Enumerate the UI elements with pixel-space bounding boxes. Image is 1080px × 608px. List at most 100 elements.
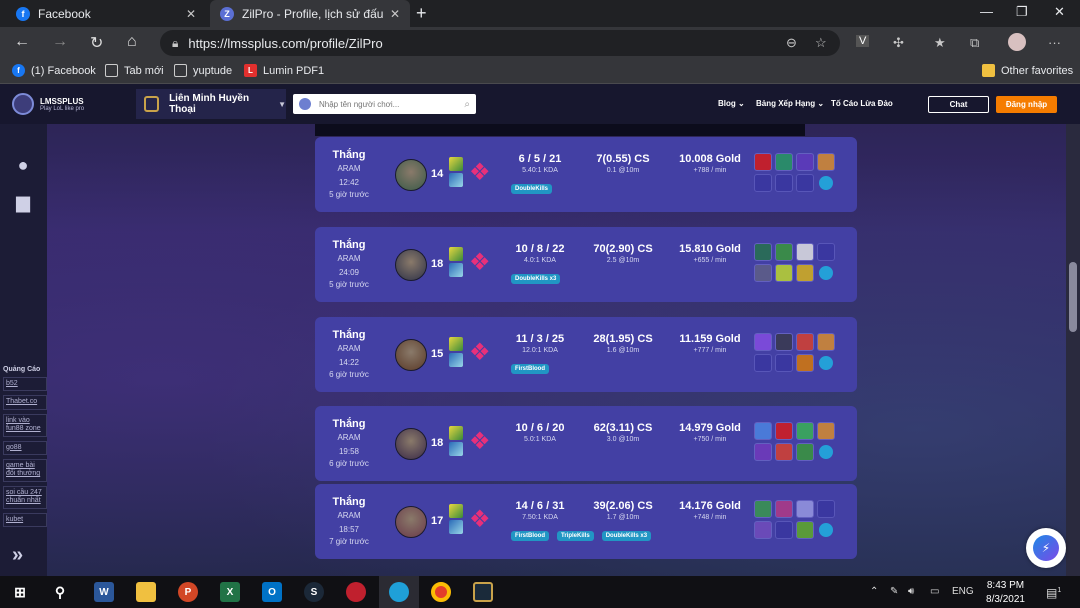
item-icon[interactable] (754, 264, 772, 282)
notification-icon[interactable]: ▤1 (1046, 586, 1061, 600)
windows-start-icon[interactable]: ⊞ (10, 582, 30, 602)
scrollbar-thumb[interactable] (1069, 262, 1077, 332)
favorite-add-icon[interactable]: ☆ (815, 35, 827, 51)
bookmark-yuptude[interactable]: yuptude (174, 64, 232, 77)
item-icon[interactable] (754, 500, 772, 518)
more-menu-icon[interactable]: ··· (1048, 35, 1061, 50)
chat-button[interactable]: Chat (928, 96, 989, 113)
word-icon[interactable]: W (94, 582, 114, 602)
flash-spell-icon[interactable] (449, 504, 463, 518)
language-indicator[interactable]: ENG (952, 586, 974, 597)
back-icon[interactable]: ← (14, 33, 30, 51)
reload-icon[interactable]: ↻ (90, 33, 103, 53)
forward-icon[interactable]: → (52, 33, 68, 51)
champion-portrait[interactable] (395, 428, 427, 460)
ad-link[interactable]: link vào fun88 zone (3, 413, 47, 437)
new-tab-icon[interactable]: + (416, 3, 427, 24)
profile-icon[interactable]: ● (12, 154, 34, 176)
match-card[interactable]: Thắng ARAM 12:42 5 giờ trước 14 ❖ 6 / 5 / 21 5.… (315, 137, 857, 212)
item-icon[interactable] (796, 422, 814, 440)
item-icon[interactable] (796, 264, 814, 282)
flash-spell-icon[interactable] (449, 337, 463, 351)
item-icon[interactable] (796, 521, 814, 539)
expand-sidebar-icon[interactable]: » (12, 544, 23, 567)
item-icon[interactable] (796, 243, 814, 261)
item-icon[interactable] (754, 521, 772, 539)
item-icon[interactable] (796, 333, 814, 351)
item-icon[interactable] (754, 243, 772, 261)
game-selector[interactable]: Liên Minh Huyền Thoại ▼ (136, 89, 286, 119)
player-search-input[interactable] (319, 99, 465, 109)
item-icon[interactable] (775, 264, 793, 282)
nav-blog[interactable]: Blog ⌄ (718, 99, 745, 108)
item-icon[interactable] (796, 443, 814, 461)
item-icon[interactable] (796, 354, 814, 372)
item-icon[interactable] (754, 422, 772, 440)
ward-trinket-icon[interactable] (817, 174, 835, 192)
champion-portrait[interactable] (395, 159, 427, 191)
battery-icon[interactable]: ▭ (930, 586, 939, 597)
match-card[interactable]: Thắng ARAM 24:09 5 giờ trước 18 ❖ 10 / 8 / 22 4… (315, 227, 857, 302)
item-icon[interactable] (754, 443, 772, 461)
home-icon[interactable]: ⌂ (127, 33, 137, 51)
messenger-button[interactable]: ⚡︎ (1026, 528, 1066, 568)
mark-spell-icon[interactable] (449, 353, 463, 367)
close-tab-icon[interactable]: ✕ (186, 7, 196, 21)
tab-zilpro[interactable]: Z ZilPro - Profile, lịch sử đấu ✕ (210, 0, 410, 27)
keystone-rune-icon[interactable]: ❖ (469, 339, 491, 367)
item-icon[interactable] (754, 153, 772, 171)
chrome-icon[interactable] (431, 582, 451, 602)
tab-facebook[interactable]: f Facebook ✕ (6, 0, 206, 27)
ad-link[interactable]: game bài đổi thưởng (3, 458, 47, 482)
show-hidden-icons[interactable]: ⌃ (870, 586, 878, 597)
nav-ranking[interactable]: Bảng Xếp Hạng ⌄ (756, 99, 824, 108)
item-icon[interactable] (754, 333, 772, 351)
extensions-icon[interactable]: ✣ (893, 35, 904, 51)
champion-portrait[interactable] (395, 339, 427, 371)
mark-spell-icon[interactable] (449, 173, 463, 187)
ward-trinket-icon[interactable] (817, 521, 835, 539)
edge-icon[interactable] (389, 582, 409, 602)
favorites-icon[interactable]: ★ (934, 35, 946, 51)
item-icon[interactable] (775, 422, 793, 440)
keystone-rune-icon[interactable]: ❖ (469, 506, 491, 534)
volume-icon[interactable]: 🔊︎ (908, 586, 914, 597)
match-card[interactable]: Thắng ARAM 18:57 7 giờ trước 17 ❖ 14 / 6 / 31 7… (315, 484, 857, 559)
match-card[interactable]: Thắng ARAM 19:58 6 giờ trước 18 ❖ 10 / 6 / 20 5… (315, 406, 857, 481)
url-bar[interactable]: 🔒︎ https://lmssplus.com/profile/ZilPro (160, 30, 840, 56)
item-icon[interactable] (796, 500, 814, 518)
flash-spell-icon[interactable] (449, 247, 463, 261)
ward-trinket-icon[interactable] (817, 264, 835, 282)
extension-v-icon[interactable]: V (856, 35, 870, 47)
keystone-rune-icon[interactable]: ❖ (469, 249, 491, 277)
ad-link[interactable]: kubet (3, 512, 47, 527)
bookmark-new-tab[interactable]: Tab mới (105, 64, 164, 77)
outlook-icon[interactable]: O (262, 582, 282, 602)
bookmark-lumin[interactable]: L Lumin PDF1 (244, 64, 324, 77)
login-button[interactable]: Đăng nhập (996, 96, 1057, 113)
flash-spell-icon[interactable] (449, 426, 463, 440)
collections-icon[interactable]: ⧉ (970, 35, 979, 51)
file-explorer-icon[interactable] (136, 582, 156, 602)
window-close-icon[interactable]: ✕ (1054, 4, 1065, 20)
profile-avatar[interactable] (1008, 33, 1026, 51)
site-logo[interactable]: LMSSPLUS Play LoL like pro (12, 93, 84, 115)
system-clock[interactable]: 8:43 PM 8/3/2021 (978, 579, 1033, 607)
item-icon[interactable] (817, 333, 835, 351)
match-card[interactable]: Thắng ARAM 14:22 6 giờ trước 15 ❖ 11 / 3 / 25 1… (315, 317, 857, 392)
flash-spell-icon[interactable] (449, 157, 463, 171)
mark-spell-icon[interactable] (449, 263, 463, 277)
search-icon[interactable]: ⚲ (50, 582, 70, 602)
item-icon[interactable] (775, 443, 793, 461)
league-client-icon[interactable] (473, 582, 493, 602)
powerpoint-icon[interactable]: P (178, 582, 198, 602)
ward-trinket-icon[interactable] (817, 354, 835, 372)
item-icon[interactable] (775, 243, 793, 261)
restore-icon[interactable]: ❐ (1016, 4, 1028, 20)
ad-link[interactable]: Thabet.co (3, 395, 47, 410)
page-scrollbar[interactable] (1066, 124, 1080, 576)
close-tab-icon[interactable]: ✕ (390, 7, 400, 21)
nav-report[interactable]: Tố Cáo Lừa Đảo (831, 99, 893, 108)
champion-portrait[interactable] (395, 506, 427, 538)
ad-link[interactable]: b52 (3, 377, 47, 392)
